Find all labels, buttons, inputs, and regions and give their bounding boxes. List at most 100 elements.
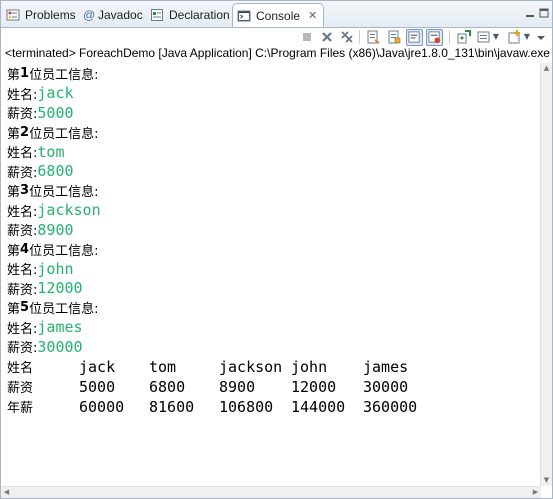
vertical-scrollbar[interactable]: ▲ ▼ xyxy=(540,63,552,486)
employee-header-line: 第 3 位员工信息: xyxy=(7,181,98,201)
employee-index: 3 xyxy=(20,183,30,199)
table-cell: jack xyxy=(79,357,116,376)
header-prefix: 第 xyxy=(7,68,21,84)
name-label: 姓名: xyxy=(7,87,38,103)
tab-label: Declaration xyxy=(169,8,230,22)
salary-label: 薪资: xyxy=(7,282,38,298)
salary-value: 5000 xyxy=(37,103,74,122)
console-view: Problems @ Javadoc Declaration Console ✕ xyxy=(0,0,553,499)
header-prefix: 第 xyxy=(7,243,21,259)
header-suffix: 位员工信息: xyxy=(29,243,99,259)
tab-label: Javadoc xyxy=(98,8,143,22)
table-cell: 360000 xyxy=(363,397,418,416)
table-cell: jackson xyxy=(219,357,283,376)
employee-salary-line: 薪资: 30000 xyxy=(7,337,83,357)
toolbar-separator xyxy=(359,30,360,44)
employee-header-line: 第 4 位员工信息: xyxy=(7,240,98,260)
name-value: jack xyxy=(37,84,74,103)
name-label: 姓名: xyxy=(7,321,38,337)
remove-all-terminated-icon[interactable] xyxy=(339,29,355,45)
table-cell: 30000 xyxy=(363,377,409,396)
row-label-annual-salary: 年薪 xyxy=(7,401,34,416)
salary-label: 薪资: xyxy=(7,341,38,357)
header-suffix: 位员工信息: xyxy=(29,68,99,84)
header-prefix: 第 xyxy=(7,126,21,142)
employee-name-line: 姓名: jackson xyxy=(7,201,101,221)
scroll-right-icon[interactable]: ▶ xyxy=(530,487,541,498)
employee-salary-line: 薪资: 5000 xyxy=(7,103,74,123)
view-menu-icon[interactable] xyxy=(535,29,547,45)
header-prefix: 第 xyxy=(7,185,21,201)
minimize-icon[interactable] xyxy=(524,7,536,19)
table-cell: 81600 xyxy=(149,397,195,416)
employee-salary-line: 薪资: 8900 xyxy=(7,220,74,240)
employee-header-line: 第 1 位员工信息: xyxy=(7,64,98,84)
employee-name-line: 姓名: jack xyxy=(7,84,74,104)
maximize-icon[interactable] xyxy=(538,7,550,19)
tab-label: Problems xyxy=(25,8,76,22)
employee-salary-line: 薪资: 12000 xyxy=(7,279,83,299)
pin-console-icon[interactable] xyxy=(456,29,472,45)
display-selected-console-icon[interactable] xyxy=(476,29,492,45)
employee-salary-line: 薪资: 6800 xyxy=(7,162,74,182)
tab-javadoc[interactable]: @ Javadoc xyxy=(83,4,143,26)
employee-header-line: 第 5 位员工信息: xyxy=(7,298,98,318)
close-tab-icon[interactable]: ✕ xyxy=(308,9,317,22)
name-value: tom xyxy=(37,142,65,161)
scroll-down-icon[interactable]: ▼ xyxy=(541,475,552,486)
tab-label: Console xyxy=(256,8,301,23)
name-value: john xyxy=(37,259,74,278)
salary-label: 薪资: xyxy=(7,107,38,123)
row-label-name: 姓名 xyxy=(7,361,34,376)
console-output[interactable]: 第 1 位员工信息: 姓名: jack 薪资: 5000 第 2 位员工信息: 姓名: tom… xyxy=(1,64,541,485)
salary-value: 6800 xyxy=(37,162,74,181)
table-cell: 12000 xyxy=(291,377,337,396)
header-suffix: 位员工信息: xyxy=(29,302,99,318)
header-prefix: 第 xyxy=(7,302,21,318)
employee-index: 2 xyxy=(20,124,30,140)
scroll-left-icon[interactable]: ◀ xyxy=(1,487,12,498)
table-cell: 60000 xyxy=(79,397,125,416)
salary-label: 薪资: xyxy=(7,224,38,240)
table-cell: tom xyxy=(149,357,177,376)
show-console-output-icon[interactable] xyxy=(426,29,443,46)
chevron-down-icon[interactable]: ▼ xyxy=(522,29,532,45)
tab-console[interactable]: Console ✕ xyxy=(232,3,325,27)
open-console-icon[interactable] xyxy=(507,29,523,45)
console-icon xyxy=(237,9,251,23)
table-cell: james xyxy=(363,357,409,376)
declaration-icon xyxy=(150,8,164,22)
salary-value: 12000 xyxy=(37,279,83,298)
salary-value: 30000 xyxy=(37,337,83,356)
scroll-up-icon[interactable]: ▲ xyxy=(541,63,552,74)
name-value: jackson xyxy=(37,201,101,220)
clear-console-icon[interactable] xyxy=(365,29,381,45)
console-toolbar: ▼ ▼ xyxy=(1,28,552,46)
tab-problems[interactable]: Problems xyxy=(6,4,76,26)
salary-value: 8900 xyxy=(37,220,74,239)
tab-declaration[interactable]: Declaration xyxy=(150,4,230,26)
chevron-down-icon[interactable]: ▼ xyxy=(491,29,501,45)
table-cell: 144000 xyxy=(291,397,346,416)
name-label: 姓名: xyxy=(7,204,38,220)
horizontal-scrollbar[interactable]: ◀ ▶ xyxy=(1,486,541,498)
terminate-icon[interactable] xyxy=(299,29,315,45)
employee-index: 5 xyxy=(20,300,30,316)
table-cell: 5000 xyxy=(79,377,116,396)
salary-label: 薪资: xyxy=(7,165,38,181)
employee-name-line: 姓名: tom xyxy=(7,142,64,162)
remove-launch-icon[interactable] xyxy=(319,29,335,45)
row-label-salary: 薪资 xyxy=(7,381,34,396)
word-wrap-icon[interactable] xyxy=(406,29,423,46)
table-cell: john xyxy=(291,357,328,376)
scroll-lock-icon[interactable] xyxy=(386,29,402,45)
employee-header-line: 第 2 位员工信息: xyxy=(7,123,98,143)
toolbar-separator xyxy=(449,30,450,44)
console-status-line: <terminated> ForeachDemo [Java Applicati… xyxy=(5,46,552,60)
header-suffix: 位员工信息: xyxy=(29,185,99,201)
header-suffix: 位员工信息: xyxy=(29,126,99,142)
name-label: 姓名: xyxy=(7,146,38,162)
employee-name-line: 姓名: james xyxy=(7,318,83,338)
table-cell: 8900 xyxy=(219,377,256,396)
employee-index: 1 xyxy=(20,66,30,82)
